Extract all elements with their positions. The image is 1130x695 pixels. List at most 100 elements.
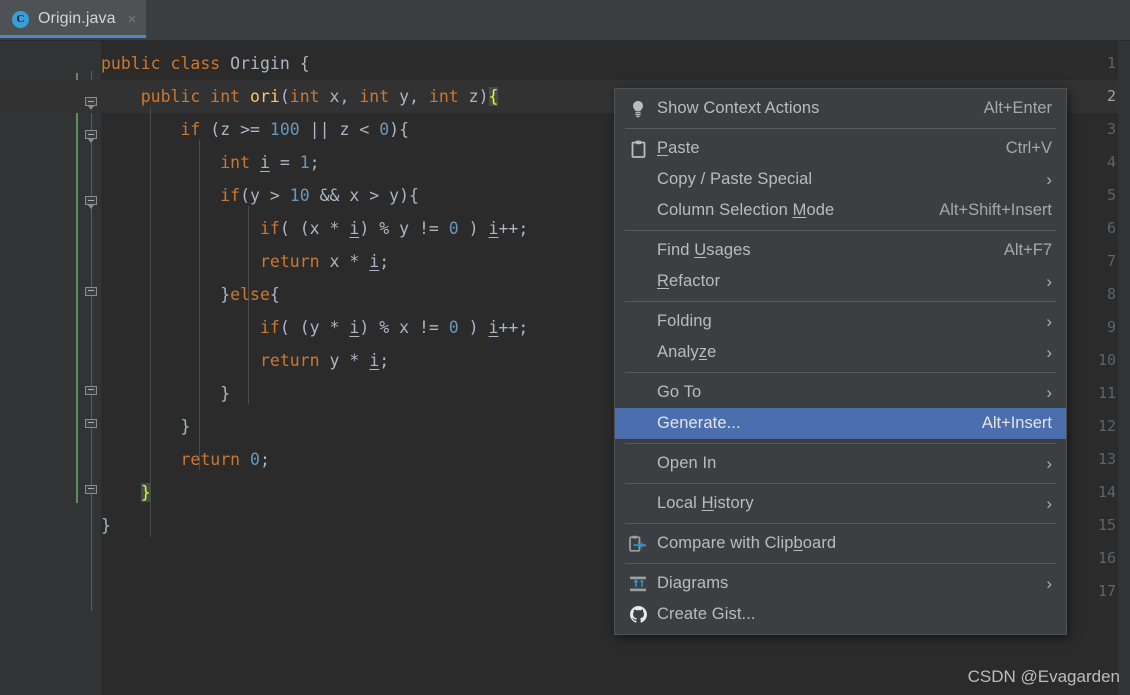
editor-context-menu[interactable]: Show Context Actions Alt+Enter Paste Ctrl+V… xyxy=(614,88,1067,635)
menu-item-label: Paste xyxy=(657,139,700,157)
chevron-right-icon: › xyxy=(1046,574,1052,593)
editor-tab-origin-java[interactable]: C Origin.java × xyxy=(0,0,147,38)
menu-item-label: Open In xyxy=(657,454,717,472)
code-line: }else{ xyxy=(220,285,280,304)
menu-item-go-to[interactable]: Go To › xyxy=(615,377,1066,408)
menu-item-folding[interactable]: Folding › xyxy=(615,306,1066,337)
menu-item-generate[interactable]: Generate... Alt+Insert xyxy=(615,408,1066,439)
menu-item-compare-with-clipboard[interactable]: Compare with Clipboard xyxy=(615,528,1066,559)
menu-item-shortcut: Alt+Insert xyxy=(981,414,1052,432)
chevron-right-icon: › xyxy=(1046,454,1052,473)
chevron-right-icon: › xyxy=(1046,494,1052,513)
code-line: if (z >= 100 || z < 0){ xyxy=(180,120,410,139)
watermark-text: CSDN @Evagarden xyxy=(967,667,1120,686)
menu-icon-placeholder xyxy=(627,383,649,403)
menu-icon-placeholder xyxy=(627,170,649,190)
menu-icon-placeholder xyxy=(627,454,649,474)
menu-item-label: Diagrams xyxy=(657,574,729,592)
menu-separator xyxy=(625,483,1056,484)
menu-separator xyxy=(625,128,1056,129)
menu-item-label: Local History xyxy=(657,494,754,512)
menu-item-refactor[interactable]: Refactor › xyxy=(615,266,1066,297)
menu-item-label: Show Context Actions xyxy=(657,99,820,117)
menu-item-local-history[interactable]: Local History › xyxy=(615,488,1066,519)
menu-separator xyxy=(625,523,1056,524)
menu-item-label: Compare with Clipboard xyxy=(657,534,837,552)
java-class-icon: C xyxy=(12,10,29,28)
github-icon xyxy=(627,605,649,625)
menu-item-analyze[interactable]: Analyze › xyxy=(615,337,1066,368)
code-line: public class Origin { xyxy=(101,54,310,73)
menu-separator xyxy=(625,372,1056,373)
menu-item-label: Generate... xyxy=(657,414,741,432)
editor-gutter[interactable] xyxy=(0,41,76,695)
menu-icon-placeholder xyxy=(627,272,649,292)
menu-item-paste[interactable]: Paste Ctrl+V xyxy=(615,133,1066,164)
code-line: return x * i; xyxy=(259,252,390,271)
menu-item-column-selection-mode[interactable]: Column Selection Mode Alt+Shift+Insert xyxy=(615,195,1066,226)
code-line: } xyxy=(220,384,231,403)
code-line: } xyxy=(140,483,151,502)
editor-tab-strip: C Origin.java × xyxy=(0,0,1130,41)
clipboard-icon xyxy=(627,139,649,159)
menu-item-label: Find Usages xyxy=(657,241,751,259)
menu-item-shortcut: Alt+Enter xyxy=(983,99,1052,117)
menu-icon-placeholder xyxy=(627,414,649,434)
menu-item-show-context-actions[interactable]: Show Context Actions Alt+Enter xyxy=(615,93,1066,124)
menu-item-shortcut: Alt+F7 xyxy=(1003,241,1052,259)
menu-item-copy-paste-special[interactable]: Copy / Paste Special › xyxy=(615,164,1066,195)
code-line: } xyxy=(101,516,111,535)
code-line: return 0; xyxy=(180,450,270,469)
menu-item-label: Go To xyxy=(657,383,702,401)
menu-item-label: Copy / Paste Special xyxy=(657,170,813,188)
fold-marker-line-3[interactable] xyxy=(85,130,98,143)
menu-icon-placeholder xyxy=(627,494,649,514)
idea-window: C Origin.java × 1 2 3 4 5 6 7 8 9 10 11 12 13 14 15 16 1… xyxy=(0,0,1130,695)
fold-marker-line-2[interactable] xyxy=(85,97,98,110)
menu-separator xyxy=(625,301,1056,302)
menu-item-label: Create Gist... xyxy=(657,605,756,623)
vcs-change-marker xyxy=(76,73,78,503)
fold-marker-line-11[interactable] xyxy=(85,386,98,399)
editor-scrollbar[interactable] xyxy=(1118,41,1130,695)
menu-separator xyxy=(625,230,1056,231)
menu-icon-placeholder xyxy=(627,312,649,332)
menu-icon-placeholder xyxy=(627,241,649,261)
menu-item-label: Folding xyxy=(657,312,712,330)
code-line: if( (y * i) % x != 0 ) i++; xyxy=(259,318,529,337)
lightbulb-icon xyxy=(627,99,649,119)
fold-marker-line-5[interactable] xyxy=(85,196,98,209)
chevron-right-icon: › xyxy=(1046,383,1052,402)
chevron-right-icon: › xyxy=(1046,312,1052,331)
menu-separator xyxy=(625,443,1056,444)
code-line: int i = 1; xyxy=(220,153,320,172)
chevron-right-icon: › xyxy=(1046,272,1052,291)
menu-separator xyxy=(625,563,1056,564)
chevron-right-icon: › xyxy=(1046,170,1052,189)
fold-marker-line-12[interactable] xyxy=(85,419,98,432)
fold-marker-line-8[interactable] xyxy=(85,287,98,300)
close-icon[interactable]: × xyxy=(128,12,137,27)
menu-item-label: Refactor xyxy=(657,272,721,290)
menu-item-open-in[interactable]: Open In › xyxy=(615,448,1066,479)
fold-marker-line-14[interactable] xyxy=(85,485,98,498)
menu-icon-placeholder xyxy=(627,343,649,363)
menu-item-shortcut: Ctrl+V xyxy=(1005,139,1052,157)
code-line: return y * i; xyxy=(259,351,390,370)
chevron-right-icon: › xyxy=(1046,343,1052,362)
code-line: } xyxy=(180,417,191,436)
compare-clipboard-icon xyxy=(627,534,649,554)
active-tab-indicator xyxy=(0,35,147,38)
menu-item-find-usages[interactable]: Find Usages Alt+F7 xyxy=(615,235,1066,266)
editor-tab-label: Origin.java xyxy=(38,10,116,27)
code-line: if(y > 10 && x > y){ xyxy=(220,186,419,205)
fold-region-line xyxy=(91,71,92,611)
menu-item-diagrams[interactable]: Diagrams › xyxy=(615,568,1066,599)
code-line: public int ori(int x, int y, int z){ xyxy=(140,87,499,106)
menu-item-create-gist[interactable]: Create Gist... xyxy=(615,599,1066,630)
menu-item-shortcut: Alt+Shift+Insert xyxy=(939,201,1052,219)
menu-item-label: Analyze xyxy=(657,343,717,361)
diagram-icon xyxy=(627,574,649,594)
menu-item-label: Column Selection Mode xyxy=(657,201,835,219)
code-line: if( (x * i) % y != 0 ) i++; xyxy=(259,219,529,238)
